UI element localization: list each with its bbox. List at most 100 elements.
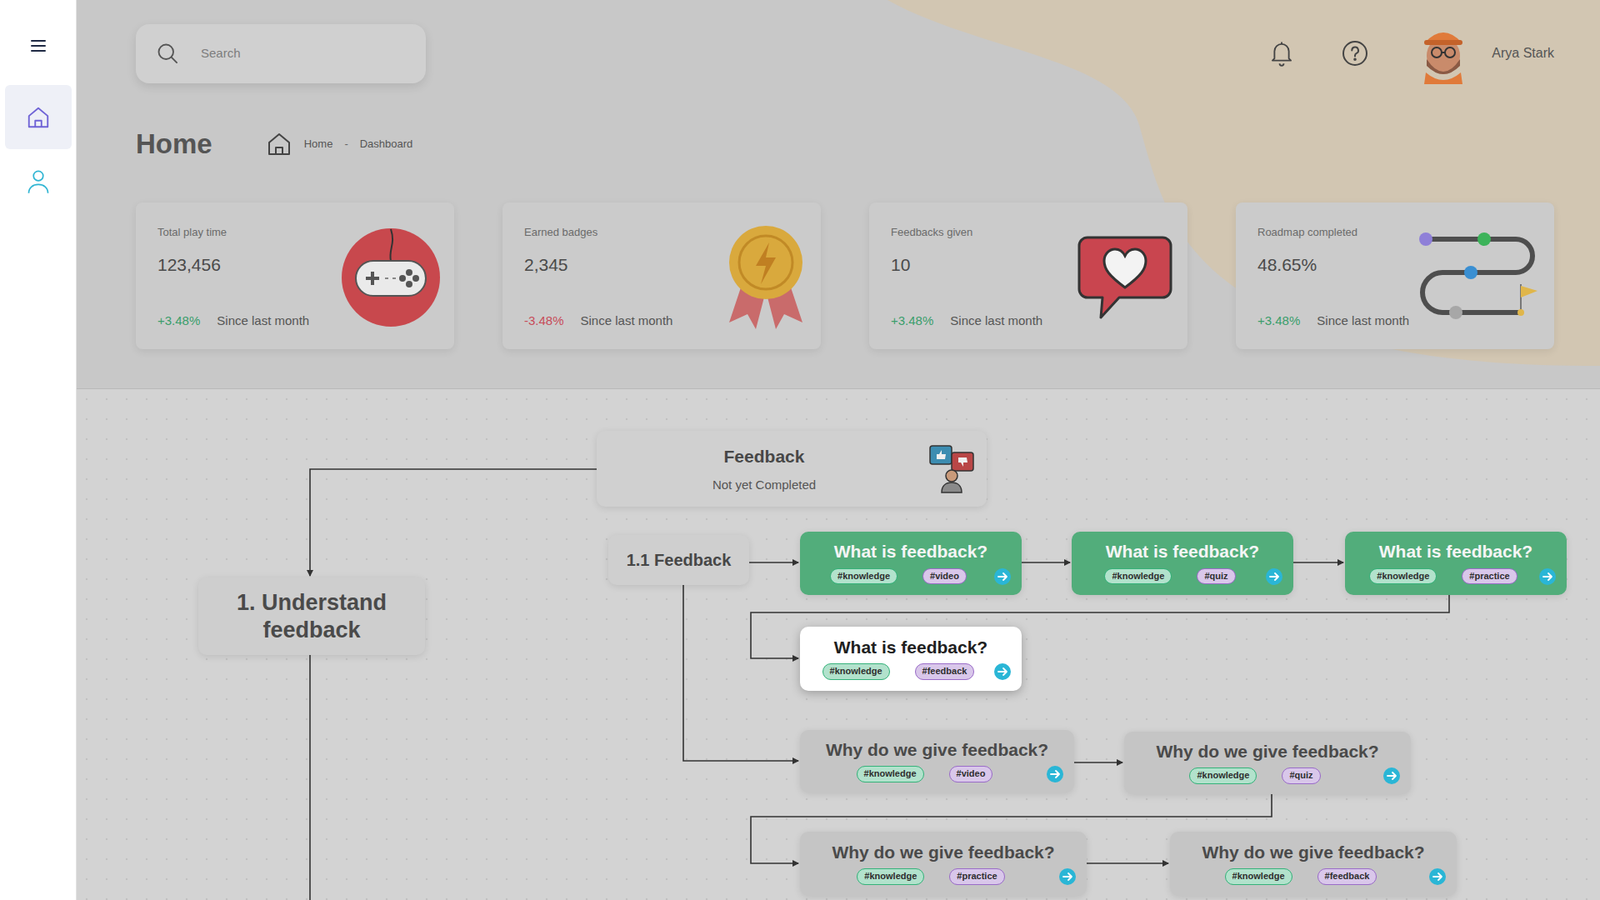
stat-card: Earned badges2,345-3.48%Since last month: [502, 202, 821, 350]
stat-label: Roadmap completed: [1257, 224, 1411, 241]
search-box[interactable]: [135, 24, 426, 84]
lesson-footer: #knowledge #quiz: [1081, 567, 1284, 586]
tag: #knowledge: [1189, 767, 1257, 784]
user-name: Arya Stark: [1491, 43, 1555, 64]
search-input[interactable]: [199, 43, 410, 65]
topic-card[interactable]: FeedbackNot yet Completed: [596, 430, 987, 507]
lesson-title: What is feedback?: [834, 636, 988, 658]
topic-status: Not yet Completed: [712, 475, 816, 495]
top-actions: Arya Stark: [1269, 22, 1555, 85]
arrow-right-icon[interactable]: [1428, 867, 1447, 886]
lesson-footer: #knowledge #practice: [1355, 567, 1557, 586]
lesson-tags: #knowledge #quiz: [1081, 568, 1259, 585]
tag: #knowledge: [1225, 868, 1293, 885]
lesson-title: Why do we give feedback?: [825, 739, 1049, 760]
stat-change-row: +3.48%Since last month: [890, 311, 1070, 331]
page-title: Home: [135, 127, 213, 161]
stat-change: +3.48%: [157, 311, 200, 331]
bell-icon[interactable]: [1269, 40, 1295, 67]
stat-note: Since last month: [580, 311, 674, 331]
lesson-footer: #knowledge#feedback: [810, 662, 1012, 681]
arrow-right-icon[interactable]: [993, 662, 1012, 681]
lesson-tags: #knowledge #practice: [1355, 568, 1532, 585]
breadcrumb: Home-Dashboard: [265, 130, 414, 158]
top-bar: Arya Stark: [135, 22, 1555, 85]
arrow-right-icon[interactable]: [993, 567, 1012, 586]
tag: #feedback: [1317, 868, 1378, 885]
lesson-node[interactable]: What is feedback? #knowledge#feedback: [800, 626, 1022, 691]
stat-card: Roadmap completed 48.65% +3.48% Since last …: [1235, 202, 1555, 350]
lesson-title: Why do we give feedback?: [1201, 841, 1425, 863]
chapter-node[interactable]: 1. Understand feedback: [198, 577, 425, 655]
breadcrumb-item[interactable]: Dashboard: [360, 135, 414, 153]
gamepad-icon: [340, 227, 441, 328]
stat-change-row: +3.48%Since last month: [157, 311, 335, 331]
stat-change: +3.48%: [1257, 311, 1300, 331]
lesson-node[interactable]: Why do we give feedback? #knowledge #quiz: [1124, 731, 1411, 795]
tag: #knowledge: [856, 868, 925, 885]
heart-message-icon: [1075, 234, 1175, 321]
stat-value: 10: [890, 251, 1070, 279]
lesson-node[interactable]: Why do we give feedback?#knowledge#pract…: [800, 831, 1087, 896]
lesson-footer: #knowledge #quiz: [1134, 766, 1401, 785]
chapter-title: 1. Understand feedback: [210, 589, 414, 644]
dashboard-header: Arya Stark HomeHome-Dashboard Total play…: [76, 0, 1600, 390]
lesson-node[interactable]: What is feedback?#knowledge#quiz: [1071, 531, 1294, 595]
lesson-title: What is feedback?: [1379, 540, 1533, 562]
profile-nav-item[interactable]: [5, 149, 72, 214]
lesson-tags: #knowledge#practice: [810, 868, 1052, 885]
stat-card: Feedbacks given 10 +3.48%Since last month: [869, 202, 1188, 350]
lesson-tags: #knowledge#feedback: [810, 663, 987, 680]
section-title: 1.1 Feedback: [626, 547, 732, 573]
tag: #video: [922, 568, 967, 585]
stat-change: -3.48%: [524, 311, 565, 331]
feedback-people-icon: [928, 444, 975, 495]
lesson-footer: #knowledge#video: [810, 567, 1012, 586]
lesson-node[interactable]: Why do we give feedback? #knowledge #feedb…: [1170, 831, 1457, 896]
arrow-right-icon[interactable]: [1382, 766, 1401, 785]
tag: #quiz: [1196, 568, 1235, 585]
lesson-tags: #knowledge #quiz: [1134, 767, 1376, 784]
tag: #quiz: [1281, 767, 1320, 784]
stat-value: 48.65%: [1257, 251, 1411, 279]
lesson-title: Why do we give feedback?: [1155, 740, 1379, 762]
home-icon: [25, 105, 51, 130]
stat-note: Since last month: [1316, 311, 1410, 331]
help-icon[interactable]: [1341, 40, 1369, 67]
arrow-right-icon[interactable]: [1058, 867, 1077, 886]
breadcrumb-item[interactable]: Home: [304, 135, 334, 153]
tag: #practice: [1461, 568, 1517, 585]
lesson-node[interactable]: What is feedback? #knowledge #practice: [1345, 531, 1567, 595]
stat-card: Total play time123,456+3.48%Since last m…: [135, 202, 455, 350]
sidebar: [0, 0, 77, 900]
tag: #knowledge: [822, 663, 890, 680]
lesson-footer: #knowledge #feedback: [1180, 867, 1447, 886]
lesson-tags: #knowledge #feedback: [1180, 868, 1422, 885]
breadcrumb-home-icon[interactable]: [265, 130, 293, 158]
lesson-footer: #knowledge#video: [810, 765, 1065, 784]
arrow-right-icon[interactable]: [1265, 567, 1284, 586]
menu-icon[interactable]: [21, 31, 55, 60]
stat-label: Feedbacks given: [890, 224, 1070, 241]
tag: #knowledge: [1104, 568, 1172, 585]
stat-change: +3.48%: [890, 311, 934, 331]
home-nav-item[interactable]: [5, 85, 72, 150]
breadcrumb-separator: -: [344, 135, 348, 153]
section-node[interactable]: 1.1 Feedback: [608, 535, 750, 585]
stat-change-row: -3.48% Since last month: [524, 311, 718, 331]
lesson-node[interactable]: What is feedback?#knowledge#video: [800, 531, 1022, 595]
arrow-right-icon[interactable]: [1045, 765, 1065, 784]
stat-value: 123,456: [157, 251, 335, 279]
stat-change-row: +3.48% Since last month: [1257, 311, 1411, 331]
user-icon: [26, 169, 50, 195]
roadmap-canvas: FeedbackNot yet Completed 1. Understand f…: [76, 389, 1600, 900]
roadmap-icon: [1417, 230, 1541, 325]
tag: #knowledge: [1369, 568, 1437, 585]
arrow-right-icon[interactable]: [1538, 567, 1557, 586]
main-area: Arya Stark HomeHome-Dashboard Total play…: [76, 0, 1600, 900]
title-row: HomeHome-Dashboard: [135, 127, 1555, 161]
stat-value: 2,345: [524, 251, 718, 279]
avatar-icon[interactable]: [1417, 22, 1470, 85]
tag: #knowledge: [856, 765, 925, 782]
lesson-node[interactable]: Why do we give feedback? #knowledge#video: [800, 730, 1075, 793]
